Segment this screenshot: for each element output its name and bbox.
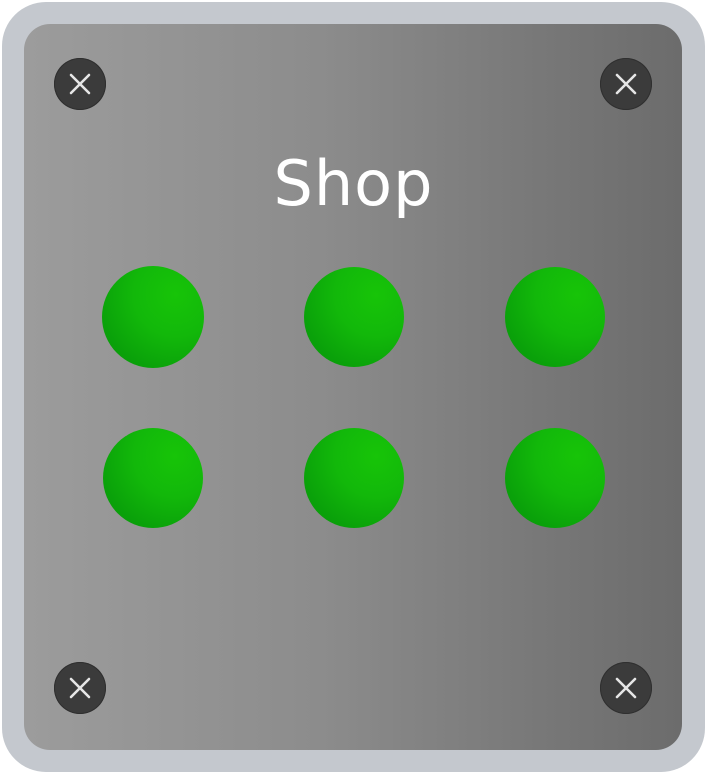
shop-item-slot[interactable] (102, 266, 204, 368)
close-icon[interactable] (600, 58, 652, 110)
shop-title: Shop (273, 147, 434, 220)
close-icon[interactable] (54, 58, 106, 110)
close-icon[interactable] (54, 662, 106, 714)
shop-item-slot[interactable] (103, 428, 203, 528)
shop-item-slot[interactable] (304, 267, 404, 367)
close-icon[interactable] (600, 662, 652, 714)
shop-panel (24, 24, 682, 750)
shop-item-slot[interactable] (505, 267, 605, 367)
shop-item-slot[interactable] (505, 428, 605, 528)
shop-item-slot[interactable] (304, 428, 404, 528)
